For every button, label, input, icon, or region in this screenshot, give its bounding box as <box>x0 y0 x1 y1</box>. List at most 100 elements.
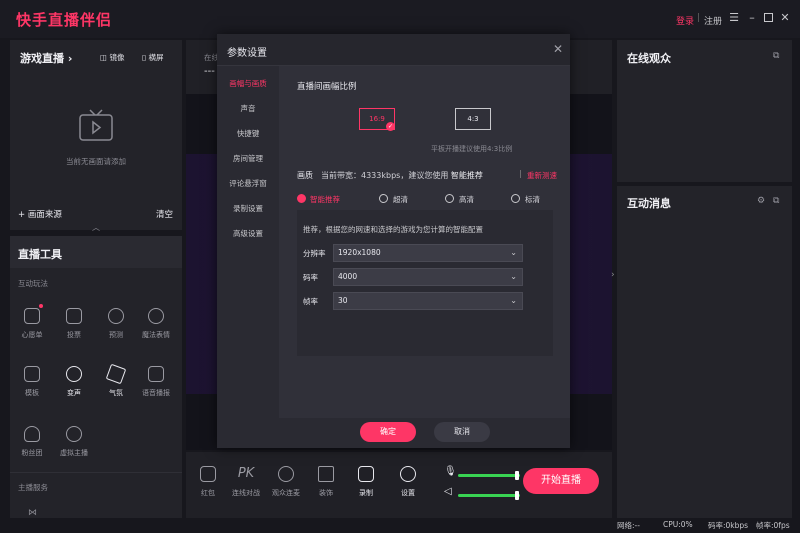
mirror-button[interactable]: ◫ 镜像 <box>100 52 124 63</box>
section-service: 主播服务 <box>18 483 48 492</box>
maximize-icon[interactable] <box>762 12 774 24</box>
message-popout-icon[interactable]: ⧉ <box>773 196 779 206</box>
tool-voice-broadcast[interactable]: 语音播报 <box>138 366 174 398</box>
tool-virtual-host[interactable]: 虚拟主播 <box>56 426 92 458</box>
tool-fan-club[interactable]: 粉丝团 <box>14 426 50 458</box>
mirror-icon: ◫ <box>100 53 108 62</box>
speaker-icon <box>148 366 164 382</box>
retest-link[interactable]: 重新测速 <box>527 170 557 181</box>
chevron-down-icon: ⌄ <box>510 272 517 281</box>
clear-button[interactable]: 清空 <box>156 208 173 220</box>
tool-wishlist[interactable]: 心愿单 <box>14 308 50 340</box>
tab-room-management[interactable]: 房间管理 <box>217 153 279 164</box>
dialog-title: 参数设置 <box>227 48 267 59</box>
chevron-down-icon: ⌄ <box>510 296 517 305</box>
dialog-header: 参数设置 ✕ <box>217 34 570 66</box>
quality-high-radio[interactable] <box>445 194 454 203</box>
emoji-icon <box>148 308 164 324</box>
settings-content: 直播间画幅比例 16:9 ✓ 4:3 平板开播建议使用4:3比例 画质 当前带宽… <box>279 66 570 418</box>
menu-icon[interactable]: ☰ <box>728 12 740 24</box>
tool-audience-link[interactable]: 观众连麦 <box>268 466 304 498</box>
ratio-4-3-option[interactable]: 4:3 <box>455 108 491 130</box>
tool-template[interactable]: 模板 <box>14 366 50 398</box>
notification-dot <box>39 304 43 308</box>
gear-icon <box>400 466 416 482</box>
bandwidth-recommend: 智能推荐 <box>450 171 483 180</box>
service-icon[interactable]: ⋈ <box>28 508 37 518</box>
start-live-button[interactable]: 开始直播 <box>523 468 599 494</box>
microphone-icon[interactable]: 🎙 <box>444 466 457 477</box>
tab-sound[interactable]: 声音 <box>217 103 279 114</box>
popout-icon[interactable]: ⧉ <box>773 51 779 61</box>
bitrate-status: 码率:0kbps <box>708 521 749 530</box>
online-audience-panel: 在线观众 ⧉ <box>617 40 792 182</box>
sparkle-icon <box>318 466 334 482</box>
tools-panel: 直播工具 互动玩法 心愿单 投票 预测 魔法表情 模板 变声 气氛 语音播报 粉… <box>10 236 182 518</box>
chevron-down-icon: ⌄ <box>510 248 517 257</box>
tool-decoration[interactable]: 装饰 <box>308 466 344 498</box>
messages-title: 互动消息 <box>627 197 671 210</box>
login-link[interactable]: 登录 <box>676 14 694 27</box>
recommend-box: 推荐，根据您的网速和选择的游戏为您计算的智能配置 分辨率 1920x1080 ⌄ … <box>297 210 553 356</box>
tool-magic-emoji[interactable]: 魔法表情 <box>138 308 174 340</box>
divider-bar: | <box>519 169 522 178</box>
close-icon[interactable]: ✕ <box>779 12 791 24</box>
template-icon <box>24 366 40 382</box>
scene-title[interactable]: 游戏直播 › <box>20 50 72 66</box>
bitrate-label: 码率 <box>303 273 318 282</box>
tab-shortcuts[interactable]: 快捷键 <box>217 128 279 139</box>
cpu-status: CPU:0% <box>663 520 693 529</box>
wishlist-icon <box>24 308 40 324</box>
minimize-icon[interactable]: – <box>746 12 758 24</box>
tab-comment-overlay[interactable]: 评论悬浮窗 <box>217 178 279 189</box>
speaker-volume-handle[interactable] <box>514 491 519 500</box>
phone-icon <box>278 466 294 482</box>
tool-pk-battle[interactable]: PK 连线对战 <box>228 466 264 498</box>
heart-icon <box>24 426 40 442</box>
mic-volume-handle[interactable] <box>514 471 519 480</box>
resolution-select[interactable]: 1920x1080 ⌄ <box>333 244 523 262</box>
dialog-footer: 确定 取消 <box>217 418 570 448</box>
tab-record-settings[interactable]: 录制设置 <box>217 203 279 214</box>
register-link[interactable]: 注册 <box>704 14 722 27</box>
pk-icon: PK <box>237 466 255 481</box>
confirm-button[interactable]: 确定 <box>360 422 416 442</box>
tab-picture-quality[interactable]: 画幅与画质 <box>217 78 279 89</box>
tool-voice-change[interactable]: 变声 <box>56 366 92 398</box>
cancel-button[interactable]: 取消 <box>434 422 490 442</box>
mic-volume-slider[interactable] <box>458 474 520 477</box>
tools-title: 直播工具 <box>18 248 62 261</box>
quality-smart-radio[interactable] <box>297 194 306 203</box>
bandwidth-text: 当前带宽：4333kbps，建议您使用 智能推荐 <box>321 171 483 180</box>
scene-panel: 游戏直播 › ◫ 镜像 ▯ 横屏 当前无画面请添加 + 画面来源 清空 ︿ <box>10 40 182 233</box>
empty-scene-text: 当前无画面请添加 <box>66 157 126 166</box>
settings-dialog: 参数设置 ✕ 画幅与画质 声音 快捷键 房间管理 评论悬浮窗 录制设置 高级设置… <box>217 34 570 448</box>
speaker-volume-slider[interactable] <box>458 494 520 497</box>
landscape-button[interactable]: ▯ 横屏 <box>142 52 164 63</box>
tool-red-packet[interactable]: 红包 <box>190 466 226 498</box>
tab-advanced-settings[interactable]: 高级设置 <box>217 228 279 239</box>
recommend-desc: 推荐，根据您的网速和选择的游戏为您计算的智能配置 <box>303 225 483 234</box>
chevron-up-icon[interactable]: ︿ <box>92 222 100 233</box>
tool-settings[interactable]: 设置 <box>390 466 426 498</box>
tool-atmosphere[interactable]: 气氛 <box>98 363 134 398</box>
fps-select[interactable]: 30 ⌄ <box>333 292 523 310</box>
section-interactive: 互动玩法 <box>18 279 48 288</box>
title-bar: 快手直播伴侣 登录 | 注册 ☰ – ✕ <box>0 0 800 38</box>
expand-right-icon[interactable]: › <box>611 270 615 280</box>
resolution-label: 分辨率 <box>303 249 326 258</box>
tool-vote[interactable]: 投票 <box>56 308 92 340</box>
message-settings-icon[interactable]: ⚙ <box>757 196 765 206</box>
tool-record[interactable]: 录制 <box>348 466 384 498</box>
tool-predict[interactable]: 预测 <box>98 308 134 340</box>
add-source-button[interactable]: + 画面来源 <box>18 208 62 220</box>
speaker-volume-icon[interactable]: ◁ <box>444 486 452 497</box>
separator: | <box>697 13 701 23</box>
live-toolbar: 红包 PK 连线对战 观众连麦 装饰 录制 设置 🎙 ◁ 开始直播 <box>186 452 612 518</box>
quality-ultra-radio[interactable] <box>379 194 388 203</box>
check-icon: ✓ <box>386 122 395 131</box>
messages-panel: 互动消息 ⚙ ⧉ <box>617 186 792 518</box>
bitrate-select[interactable]: 4000 ⌄ <box>333 268 523 286</box>
dialog-close-icon[interactable]: ✕ <box>553 42 563 56</box>
quality-standard-radio[interactable] <box>511 194 520 203</box>
